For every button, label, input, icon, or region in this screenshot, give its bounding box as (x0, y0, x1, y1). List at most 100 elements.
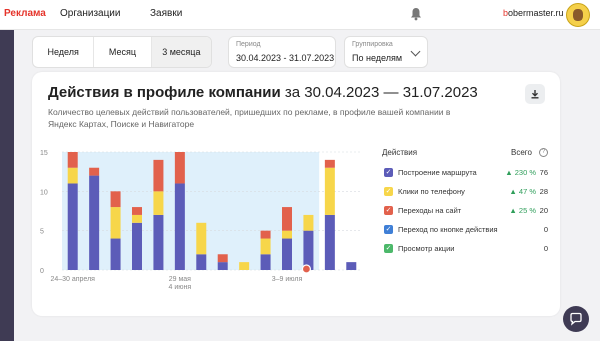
legend-item-phone[interactable]: ✓ Клики по телефону ▲ 47 % 28 (382, 186, 550, 198)
legend-item-total: 28 (539, 187, 548, 196)
bar-segment (260, 238, 271, 255)
bar-segment (239, 262, 250, 270)
bar-segment (196, 222, 207, 255)
period-switch: Неделя Месяц 3 месяца (32, 36, 212, 68)
chevron-down-icon (410, 46, 421, 57)
legend-item-route[interactable]: ✓ Построение маршрута ▲ 230 % 76 (382, 167, 550, 179)
legend-item-site[interactable]: ✓ Переходы на сайт ▲ 25 % 20 (382, 205, 550, 217)
bar-segment (174, 183, 185, 270)
checkbox-icon[interactable]: ✓ (384, 225, 393, 234)
bell-icon[interactable] (410, 7, 422, 21)
bar-segment (67, 167, 78, 184)
bar-segment (324, 214, 335, 270)
bar-segment (282, 207, 292, 231)
bar-segment (110, 207, 121, 239)
checkbox-icon[interactable]: ✓ (384, 206, 393, 215)
top-bar: Реклама Организации Заявки bobermaster.r… (0, 0, 600, 30)
user-name: obermaster.ru (508, 8, 564, 18)
period-month[interactable]: Месяц (94, 37, 152, 67)
bar-segment (324, 159, 335, 168)
bar-segment (153, 191, 164, 215)
bar-segment (153, 159, 164, 192)
brand-link[interactable]: Реклама (4, 8, 46, 19)
bar-segment (260, 230, 271, 239)
grouping-value: По неделям (352, 53, 403, 63)
checkbox-icon[interactable]: ✓ (384, 168, 393, 177)
legend-item-label: Переходы на сайт (398, 206, 462, 215)
legend-item-label: Клики по телефону (398, 187, 465, 196)
x-tick-label: 24–30 апреля (50, 276, 95, 283)
y-tick-label: 5 (40, 229, 44, 236)
bar-segment (67, 183, 78, 270)
period-3-months[interactable]: 3 месяца (151, 37, 211, 67)
grouping-select[interactable]: Группировка По неделям (344, 36, 428, 68)
chat-icon (570, 312, 582, 326)
avatar[interactable] (566, 3, 590, 27)
download-icon (531, 90, 539, 99)
legend-item-total: 0 (543, 244, 548, 253)
checkbox-icon[interactable]: ✓ (384, 187, 393, 196)
bar-segment (217, 262, 228, 270)
chart-marker (301, 264, 312, 274)
nav-organizations[interactable]: Организации (60, 8, 120, 19)
card-title-period: за 30.04.2023 — 31.07.2023 (284, 84, 478, 101)
card-title: Действия в профиле компании за 30.04.202… (48, 84, 478, 101)
x-tick-label: 3–9 июля (272, 276, 303, 283)
y-tick-label: 10 (40, 189, 48, 196)
bar-segment (196, 254, 207, 270)
legend-item-promo[interactable]: ✓ Просмотр акции 0 (382, 243, 550, 255)
bar-segment (324, 167, 335, 215)
bar-segment (153, 214, 164, 270)
chart-shaded-area (62, 152, 320, 270)
avatar-image (573, 9, 583, 21)
bar-segment (89, 167, 100, 176)
bar-segment (174, 152, 185, 184)
legend-total-label: Всего (511, 148, 532, 157)
bar-segment (67, 152, 78, 168)
info-icon[interactable]: ? (539, 148, 548, 157)
legend-item-total: 76 (539, 168, 548, 177)
user-account[interactable]: bobermaster.ru (503, 8, 564, 18)
legend-title: Действия (382, 148, 418, 157)
date-range-field[interactable]: Период 30.04.2023 - 31.07.2023 (228, 36, 336, 68)
actions-chart: 0 5 10 15 24–30 апреля 29 мая4 июня 3–9 июля (40, 150, 362, 291)
bar-segment (89, 175, 100, 270)
bar-segment (282, 230, 292, 239)
download-button[interactable] (525, 84, 545, 104)
legend-item-label: Просмотр акции (398, 244, 455, 253)
bar-segment (110, 238, 121, 270)
checkbox-icon[interactable]: ✓ (384, 244, 393, 253)
left-sidebar (0, 30, 14, 341)
bar-segment (132, 222, 142, 270)
bar-segment (110, 191, 121, 208)
legend-item-total: 0 (543, 225, 548, 234)
bar-segment (282, 238, 292, 270)
nav-requests[interactable]: Заявки (150, 8, 182, 19)
date-range-label: Период (236, 41, 261, 48)
legend-header: Действия Всего ? (382, 148, 550, 160)
bar-segment (217, 254, 228, 263)
card-title-text: Действия в профиле компании (48, 84, 281, 101)
bar-segment (303, 214, 314, 231)
actions-card: Действия в профиле компании за 30.04.202… (32, 72, 560, 316)
card-description: Количество целевых действий пользователе… (48, 107, 451, 129)
legend-item-delta: ▲ 47 % (509, 187, 536, 196)
grouping-label: Группировка (352, 41, 393, 48)
legend-item-delta: ▲ 25 % (509, 206, 536, 215)
bar-segment (132, 214, 142, 223)
y-tick-label: 0 (40, 268, 44, 275)
bar-segment (346, 262, 357, 270)
bar-segment (260, 254, 271, 270)
period-week[interactable]: Неделя (33, 37, 95, 67)
x-tick-label: 4 июня (169, 284, 192, 291)
date-range-value: 30.04.2023 - 31.07.2023 (236, 53, 335, 63)
y-tick-label: 15 (40, 150, 48, 157)
x-tick-label: 29 мая (169, 276, 191, 283)
legend-item-label: Построение маршрута (398, 168, 477, 177)
bar-segment (303, 230, 314, 270)
chat-button[interactable] (563, 306, 589, 332)
legend-item-delta: ▲ 230 % (505, 168, 536, 177)
legend-item-action-button[interactable]: ✓ Переход по кнопке действия 0 (382, 224, 550, 236)
legend-item-total: 20 (539, 206, 548, 215)
bar-segment (132, 207, 142, 215)
